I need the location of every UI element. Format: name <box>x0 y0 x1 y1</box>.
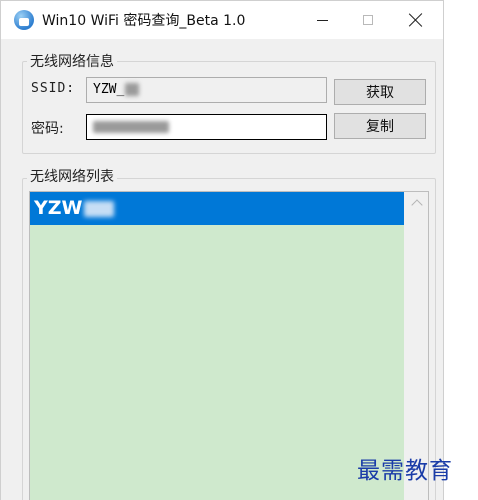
list-item-redacted <box>83 200 114 217</box>
wireless-info-group <box>22 61 436 154</box>
wifi-app-icon <box>14 10 34 30</box>
maximize-icon <box>363 15 373 25</box>
ssid-label: SSID: <box>31 81 76 96</box>
title-bar[interactable]: Win10 WiFi 密码查询_Beta 1.0 <box>1 1 443 39</box>
wireless-info-group-title: 无线网络信息 <box>27 51 117 71</box>
minimize-icon <box>316 19 328 21</box>
ssid-redacted <box>125 83 140 96</box>
minimize-button[interactable] <box>299 1 345 39</box>
maximize-button[interactable] <box>345 1 391 39</box>
watermark-text: 最需教育 <box>357 458 453 484</box>
chevron-up-icon <box>410 198 423 211</box>
list-item[interactable]: YZW <box>30 192 404 225</box>
password-redacted <box>93 120 169 133</box>
scroll-up-button[interactable] <box>404 192 428 212</box>
wireless-list-group-title: 无线网络列表 <box>27 166 117 186</box>
close-icon <box>409 13 423 27</box>
ssid-field[interactable]: YZW_ <box>86 77 327 103</box>
window-title: Win10 WiFi 密码查询_Beta 1.0 <box>42 13 246 29</box>
copy-button[interactable]: 复制 <box>334 113 426 139</box>
app-window: Win10 WiFi 密码查询_Beta 1.0 无线网络信息 SSID: YZ… <box>0 0 444 500</box>
password-field[interactable] <box>86 114 327 140</box>
get-button[interactable]: 获取 <box>334 79 426 105</box>
ssid-value: YZW_ <box>93 82 125 97</box>
password-label: 密码: <box>31 121 64 137</box>
close-button[interactable] <box>393 1 439 39</box>
list-item-label: YZW <box>34 197 83 219</box>
